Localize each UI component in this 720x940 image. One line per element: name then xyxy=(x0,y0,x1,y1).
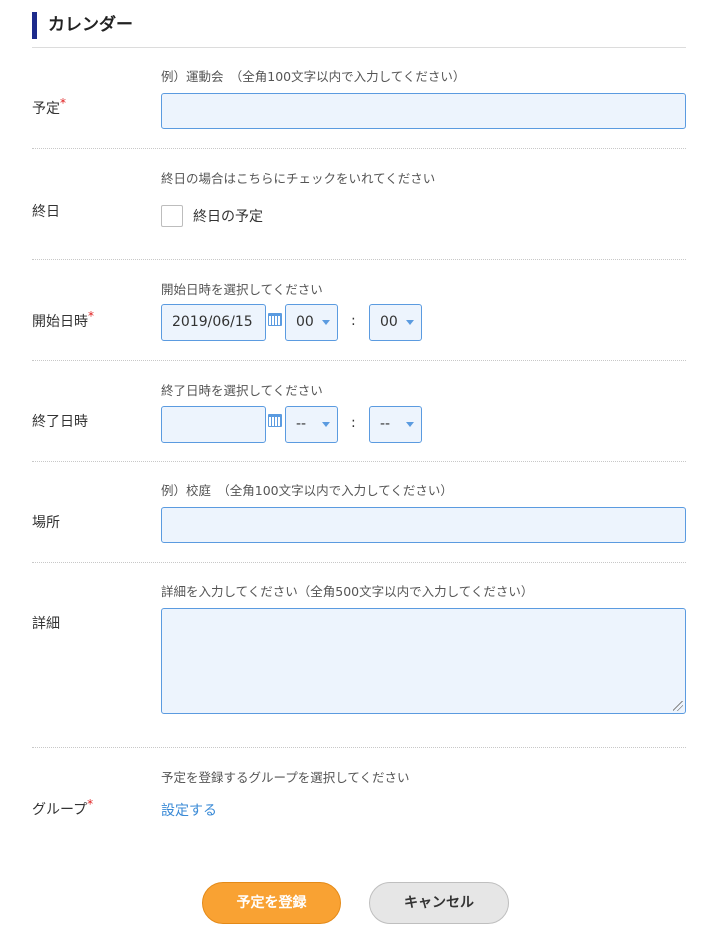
place-label: 場所 xyxy=(32,515,60,531)
title-hint: 例）運動会 （全角100文字以内で入力してください） xyxy=(161,69,466,84)
start-hint: 開始日時を選択してください xyxy=(161,282,323,297)
divider xyxy=(32,360,686,361)
divider xyxy=(32,259,686,260)
start-minute-value: 00 xyxy=(380,314,398,330)
group-hint: 予定を登録するグループを選択してください xyxy=(161,770,410,785)
all-day-checkbox[interactable] xyxy=(161,205,183,227)
title-input[interactable] xyxy=(161,93,686,129)
group-field-row: 予定を登録するグループを選択してください グループ* 設定する xyxy=(32,765,686,835)
end-hour-select[interactable]: -- xyxy=(285,406,338,443)
submit-button[interactable]: 予定を登録 xyxy=(202,882,341,924)
details-field-row: 詳細を入力してください（全角500文字以内で入力してください） 詳細 xyxy=(32,577,686,747)
group-label-text: グループ xyxy=(32,802,88,818)
header-accent-bar xyxy=(32,12,37,39)
title-label-text: 予定 xyxy=(32,101,60,117)
page-title: カレンダー xyxy=(48,15,133,35)
start-hour-select[interactable]: 00 xyxy=(285,304,338,341)
end-date-input[interactable] xyxy=(161,406,266,443)
details-textarea[interactable] xyxy=(161,608,686,714)
end-hour-value: -- xyxy=(296,416,307,432)
place-input[interactable] xyxy=(161,507,686,543)
chevron-down-icon xyxy=(322,422,330,427)
cancel-button[interactable]: キャンセル xyxy=(369,882,509,924)
end-minute-select[interactable]: -- xyxy=(369,406,422,443)
start-date-input[interactable]: 2019/06/15 xyxy=(161,304,266,341)
place-hint: 例）校庭 （全角100文字以内で入力してください） xyxy=(161,483,453,498)
calendar-icon[interactable] xyxy=(268,313,282,326)
all-day-hint: 終日の場合はこちらにチェックをいれてください xyxy=(161,171,436,186)
required-mark: * xyxy=(88,309,94,323)
group-label: グループ* xyxy=(32,797,94,819)
time-separator: : xyxy=(351,313,356,329)
divider xyxy=(32,747,686,748)
required-mark: * xyxy=(87,797,94,811)
details-hint: 詳細を入力してください（全角500文字以内で入力してください） xyxy=(161,584,534,599)
end-label: 終了日時 xyxy=(32,414,88,430)
title-field-row: 例）運動会 （全角100文字以内で入力してください） 予定* xyxy=(32,62,686,148)
time-separator: : xyxy=(351,415,356,431)
title-label: 予定* xyxy=(32,96,66,118)
all-day-label: 終日 xyxy=(32,204,60,220)
chevron-down-icon xyxy=(406,320,414,325)
start-datetime-row: 開始日時を選択してください 開始日時* 2019/06/15 00 : 00 xyxy=(32,275,686,360)
divider xyxy=(32,461,686,462)
place-field-row: 例）校庭 （全角100文字以内で入力してください） 場所 xyxy=(32,476,686,562)
calendar-icon[interactable] xyxy=(268,414,282,427)
start-label: 開始日時* xyxy=(32,309,94,331)
all-day-field-row: 終日の場合はこちらにチェックをいれてください 終日 終日の予定 xyxy=(32,164,686,259)
all-day-checkbox-label[interactable]: 終日の予定 xyxy=(193,206,263,226)
required-mark: * xyxy=(60,96,66,110)
resize-handle-icon[interactable] xyxy=(673,701,683,711)
chevron-down-icon xyxy=(322,320,330,325)
end-hint: 終了日時を選択してください xyxy=(161,383,323,398)
start-label-text: 開始日時 xyxy=(32,314,88,330)
chevron-down-icon xyxy=(406,422,414,427)
details-label: 詳細 xyxy=(32,616,60,632)
end-datetime-row: 終了日時を選択してください 終了日時 -- : -- xyxy=(32,376,686,461)
start-minute-select[interactable]: 00 xyxy=(369,304,422,341)
group-settings-link[interactable]: 設定する xyxy=(161,800,217,820)
divider xyxy=(32,562,686,563)
end-minute-value: -- xyxy=(380,416,391,432)
start-hour-value: 00 xyxy=(296,314,314,330)
page-header: カレンダー xyxy=(32,0,686,48)
divider xyxy=(32,148,686,149)
